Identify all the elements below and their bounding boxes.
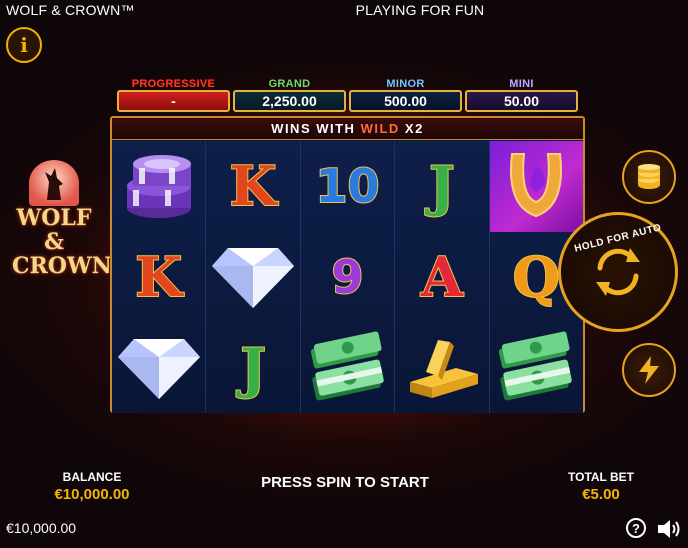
card-10-symbol: 10: [301, 141, 394, 232]
gold-bars-icon: [409, 339, 478, 398]
sound-icon[interactable]: [656, 518, 682, 540]
symbol-label: A: [420, 244, 464, 310]
total-bet-label: TOTAL BET: [568, 470, 634, 484]
card-k-symbol: K: [206, 141, 299, 232]
jackpot-value: 50.00: [465, 90, 578, 112]
reel-1: K: [112, 141, 207, 413]
coins-icon: [638, 164, 660, 189]
poker-chips-symbol: [112, 141, 205, 232]
card-a-symbol: A: [395, 232, 488, 323]
bet-settings-button[interactable]: [622, 150, 676, 204]
spin-button[interactable]: HOLD FOR AUTO: [558, 212, 678, 332]
symbol-label: 9: [330, 249, 364, 305]
jackpot-grand: GRAND 2,250.00: [233, 78, 346, 114]
symbol-label: Q: [512, 244, 561, 310]
play-mode-label: PLAYING FOR FUN: [355, 2, 485, 18]
reel-frame: WINS WITH WILD X2 K K J 10 9 J A Q: [110, 116, 585, 413]
jackpot-progressive: PROGRESSIVE -: [117, 78, 230, 114]
card-k-symbol: K: [112, 232, 205, 323]
balance-value: €10,000.00: [54, 486, 130, 503]
turbo-button[interactable]: [622, 343, 676, 397]
total-bet-display: TOTAL BET €5.00: [549, 470, 653, 503]
jackpot-minor: MINOR 500.00: [349, 78, 462, 114]
cash-stack-icon: [499, 331, 573, 401]
horseshoe-icon: [510, 153, 563, 218]
reels-grid: K K J 10 9 J A Q: [112, 141, 584, 413]
cash-stack-symbol: [490, 322, 583, 413]
help-icon[interactable]: ?: [626, 518, 646, 538]
bottom-balance: €10,000.00: [6, 520, 77, 536]
reel-3: 10 9: [300, 141, 396, 413]
diamond-icon: [117, 338, 200, 399]
jackpot-value: -: [117, 90, 230, 112]
lightning-icon: [639, 356, 659, 384]
symbol-label: J: [239, 335, 267, 401]
cash-stack-symbol: [301, 322, 394, 413]
card-j-symbol: J: [395, 141, 488, 232]
symbol-label: K: [134, 244, 183, 310]
wild-multiplier-banner: WINS WITH WILD X2: [112, 118, 583, 140]
wolf-emblem-icon: [29, 160, 79, 206]
balance-label: BALANCE: [62, 470, 122, 484]
symbol-label: K: [229, 153, 278, 219]
card-9-symbol: 9: [301, 232, 394, 323]
symbol-label: 10: [314, 158, 380, 214]
diamond-icon: [212, 248, 295, 308]
total-bet-value: €5.00: [582, 486, 620, 503]
card-j-symbol: J: [206, 322, 299, 413]
reel-4: J A: [395, 141, 490, 413]
poker-chips-icon: [126, 155, 191, 219]
info-icon: i: [20, 33, 28, 57]
reel-2: K J: [206, 141, 301, 413]
balance-display: BALANCE €10,000.00: [40, 470, 144, 503]
diamond-symbol: [206, 232, 299, 323]
jackpot-value: 2,250.00: [233, 90, 346, 112]
spin-prompt: PRESS SPIN TO START: [261, 474, 429, 491]
jackpot-mini: MINI 50.00: [465, 78, 578, 114]
info-button[interactable]: i: [6, 27, 42, 63]
symbol-label: J: [428, 153, 456, 219]
banner-prefix: WINS WITH: [271, 121, 356, 136]
banner-suffix: X2: [404, 121, 424, 136]
jackpot-value: 500.00: [349, 90, 462, 112]
banner-wild: WILD: [360, 121, 400, 136]
horseshoe-wild-symbol: [489, 141, 584, 232]
cash-stack-icon: [310, 331, 384, 401]
spin-arrows-icon: [596, 248, 640, 296]
gold-bars-symbol: [395, 322, 488, 413]
diamond-symbol: [112, 322, 205, 413]
game-logo: WOLF & CROWN: [12, 160, 112, 279]
logo-text-line2: CROWN: [12, 253, 112, 279]
logo-text-line1: WOLF &: [16, 205, 92, 255]
